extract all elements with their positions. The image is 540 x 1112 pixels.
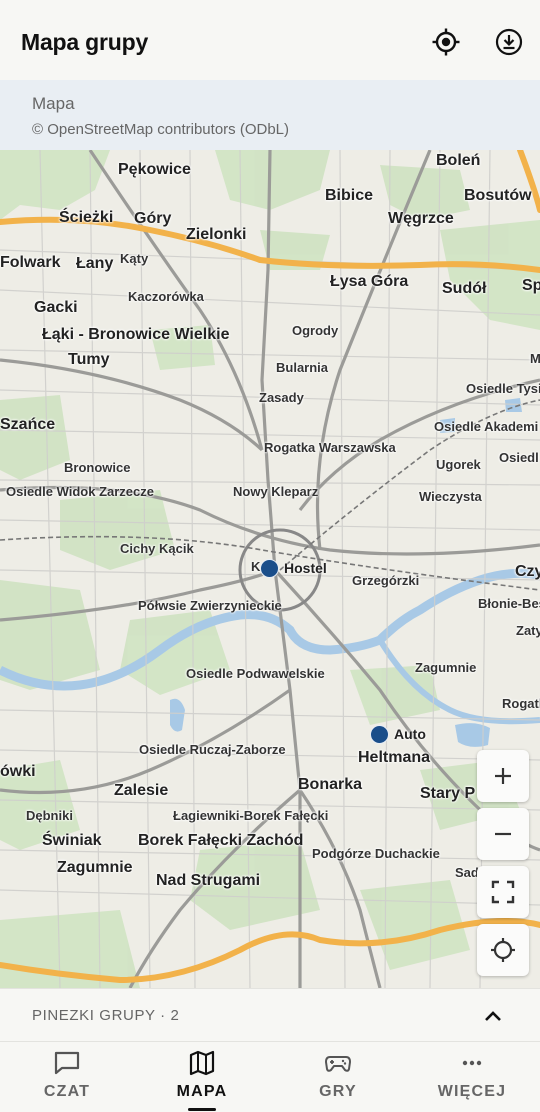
place-label: Łany [76,255,114,272]
place-label: Osiedle Akademi [434,419,539,434]
place-label: Zaty [516,623,540,638]
place-label: Cichy Kącik [120,541,194,556]
pin-label: Auto [394,726,426,742]
place-label: Bibice [325,187,374,204]
place-label: Łagiewniki-Borek Fałęcki [173,808,329,823]
map-pin[interactable] [370,725,389,744]
place-label: Nowy Kleparz [233,484,319,499]
place-label: Sudół [442,280,487,297]
place-label: Gacki [34,299,78,316]
place-label: Zasady [259,390,304,405]
fullscreen-button[interactable] [477,866,529,918]
place-label: Osiedle Podwawelskie [186,666,325,681]
place-label: ówki [0,763,36,780]
place-label: Ścieżki [59,209,114,226]
my-location-icon[interactable] [430,26,462,58]
place-label: Błonie-Bes [478,596,540,611]
place-label: Borek Fałęcki Zachód [138,832,304,849]
map-pin[interactable] [260,559,279,578]
place-label: Zalesie [114,782,169,799]
place-label: Rogatka Warszawska [264,440,396,455]
place-label: Ogrody [292,323,339,338]
nav-label: CZAT [43,1083,91,1100]
nav-label: WIĘCEJ [437,1083,507,1100]
place-label: Rogatl [502,696,540,711]
bottom-nav: CZAT MAPA GRY WIĘCEJ [0,1041,540,1112]
app: Mapa grupy Mapa © OpenStreetMap contribu… [0,0,540,1112]
chevron-up-icon[interactable] [480,1003,506,1029]
place-label: Kaczorówka [128,289,204,304]
place-label: Stary P [420,785,476,802]
place-label: Folwark [0,254,61,271]
map-info-panel: Mapa © OpenStreetMap contributors (ODbL) [0,80,540,150]
nav-label: GRY [319,1083,357,1100]
zoom-in-button[interactable] [477,750,529,802]
place-label: Osiedl [499,450,539,465]
plus-icon [495,768,511,784]
place-label: Łąki - Bronowice Wielkie [42,326,230,343]
chat-icon [53,1050,81,1076]
download-icon[interactable] [493,26,525,58]
place-label: Osiedle Ruczaj-Zaborze [139,742,286,757]
place-label: Nad Strugami [156,872,261,889]
nav-item-chat[interactable]: CZAT [22,1042,112,1112]
map-info-title: Mapa [32,94,75,113]
group-pins-label: PINEZKI GRUPY · 2 [32,1007,180,1024]
map-view[interactable]: Boleń Pękowice Bibice Bosutów Ścieżki Gó… [0,150,540,988]
place-label: Bularnia [276,360,329,375]
place-label: Węgrzce [388,210,454,227]
map-attribution: © OpenStreetMap contributors (ODbL) [32,121,289,138]
place-label: Zagumnie [415,660,477,675]
place-label: Bronowice [64,460,131,475]
place-label: Podgórze Duchackie [312,846,440,861]
more-icon [458,1050,486,1076]
place-label: Czy [515,563,540,580]
place-label: Sp [522,277,540,294]
top-bar: Mapa grupy [0,0,540,80]
page-title: Mapa grupy [21,29,149,55]
place-label: Boleń [436,152,481,169]
place-label: M [530,351,540,366]
place-label: Ugorek [436,457,481,472]
place-label: Dębniki [26,808,73,823]
place-label: Wieczysta [419,489,482,504]
place-label: Góry [134,210,172,227]
place-label: Grzegórzki [352,573,420,588]
zoom-out-button[interactable] [477,808,529,860]
locate-icon [491,938,515,962]
gamepad-icon [324,1050,352,1076]
pin-label-prefix: K [251,559,261,574]
minus-icon [495,832,511,836]
place-label: Szańce [0,416,56,433]
place-label: Kąty [120,251,149,266]
nav-item-map[interactable]: MAPA [157,1042,247,1112]
group-pins-bar[interactable]: PINEZKI GRUPY · 2 [0,988,540,1041]
place-label: Półwsie Zwierzynieckie [138,598,282,613]
nav-item-more[interactable]: WIĘCEJ [427,1042,517,1112]
place-label: Łysa Góra [330,273,409,290]
nav-label: MAPA [176,1083,228,1100]
nav-item-games[interactable]: GRY [293,1042,383,1112]
place-label: Sad [455,865,479,880]
locate-button[interactable] [477,924,529,976]
pin-label: Hostel [284,560,327,576]
map-icon [188,1050,216,1076]
place-label: Bosutów [464,187,532,204]
place-label: Zielonki [186,226,247,243]
place-label: Zagumnie [57,859,133,876]
place-label: Tumy [68,351,110,368]
place-label: Osiedle Widok Zarzecze [6,484,154,499]
place-label: Heltmana [358,749,431,766]
place-label: Świniak [42,832,102,849]
fullscreen-icon [491,880,515,904]
active-indicator [188,1108,216,1111]
place-label: Bonarka [298,776,363,793]
place-label: Osiedle Tysi [466,381,540,396]
place-label: Pękowice [118,161,191,178]
